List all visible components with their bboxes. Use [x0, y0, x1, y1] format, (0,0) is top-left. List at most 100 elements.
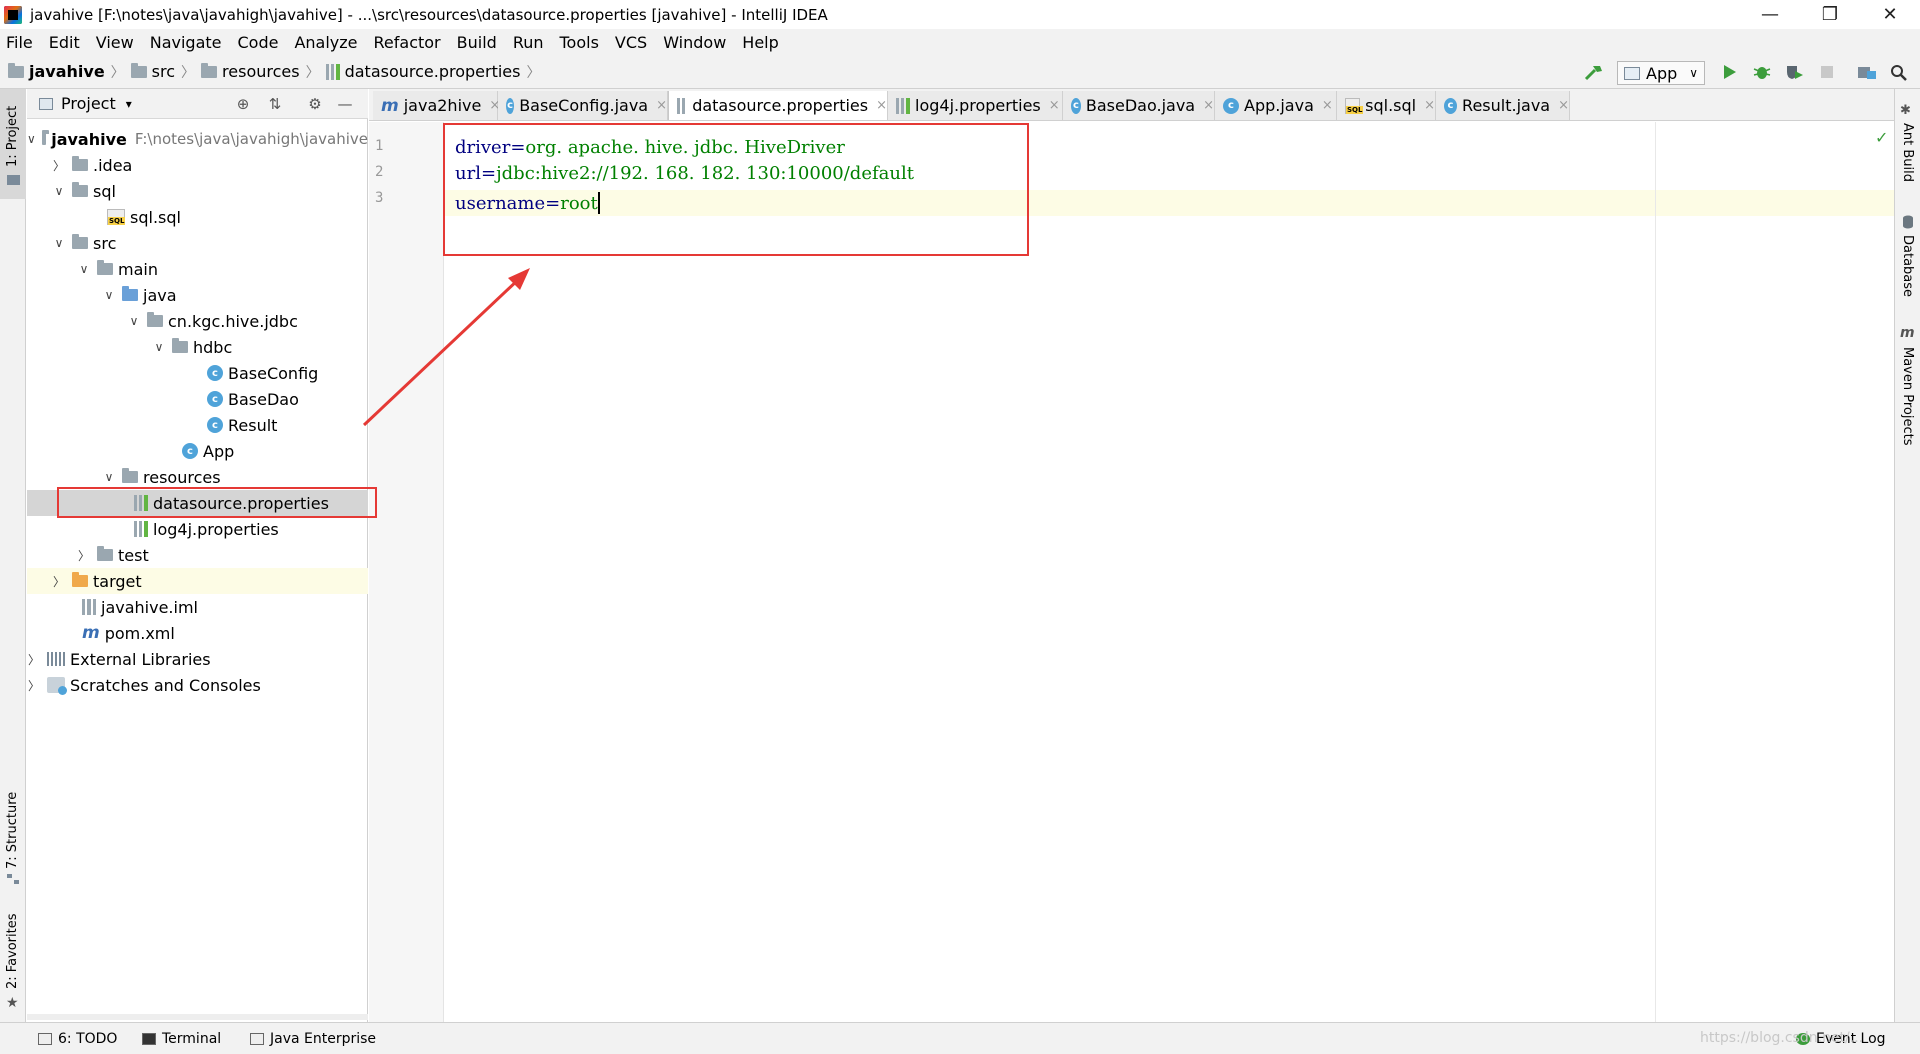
locate-file-icon[interactable]: ⊕ — [235, 96, 251, 112]
menu-code[interactable]: Code — [238, 33, 279, 52]
menu-edit[interactable]: Edit — [49, 33, 80, 52]
horizontal-scrollbar[interactable] — [27, 1014, 368, 1020]
menu-view[interactable]: View — [96, 33, 134, 52]
run-configuration-select[interactable]: App ∨ — [1617, 61, 1705, 85]
chevron-down-icon[interactable]: ∨ — [77, 262, 91, 276]
chevron-down-icon[interactable]: ▾ — [126, 97, 132, 111]
project-view-icon — [39, 97, 53, 110]
tree-node-main[interactable]: ∨ main — [27, 256, 368, 282]
restore-button[interactable]: ❐ — [1800, 0, 1860, 29]
chevron-right-icon[interactable]: 〉 — [27, 651, 41, 668]
tree-node-iml[interactable]: javahive.iml — [27, 594, 368, 620]
terminal-tool-button[interactable]: Terminal — [142, 1031, 221, 1047]
hide-panel-icon[interactable]: — — [337, 96, 353, 112]
chevron-down-icon[interactable]: ∨ — [27, 132, 36, 146]
gear-icon[interactable]: ⚙ — [307, 96, 323, 112]
menu-window[interactable]: Window — [663, 33, 726, 52]
chevron-right-icon[interactable]: 〉 — [52, 573, 66, 590]
chevron-down-icon[interactable]: ∨ — [152, 340, 166, 354]
minimize-button[interactable]: — — [1740, 0, 1800, 29]
tree-node-javahive[interactable]: ∨ javahive F:\notes\java\javahigh\javahi… — [27, 126, 368, 152]
tab-datasource-properties[interactable]: datasource.properties × — [668, 91, 888, 120]
tree-node-pom[interactable]: m pom.xml — [27, 620, 368, 646]
tree-node-log4j-properties[interactable]: log4j.properties — [27, 516, 368, 542]
tab-baseconfig[interactable]: c BaseConfig.java × — [498, 91, 668, 120]
tree-node-target[interactable]: 〉 target — [27, 568, 368, 594]
close-tab-icon[interactable]: × — [1424, 98, 1435, 113]
tree-node-hdbc[interactable]: ∨ hdbc — [27, 334, 368, 360]
chevron-down-icon[interactable]: ∨ — [102, 470, 116, 484]
tab-app[interactable]: c App.java × — [1215, 91, 1337, 120]
close-tab-icon[interactable]: × — [1322, 98, 1333, 113]
ant-build-tool-label[interactable]: Ant Build — [1900, 123, 1915, 182]
tab-java2hive[interactable]: m java2hive × — [373, 91, 500, 120]
editor-tabs: m java2hive × c BaseConfig.java × dataso… — [369, 89, 1894, 121]
todo-tool-button[interactable]: 6: TODO — [38, 1031, 117, 1047]
favorites-tool-label[interactable]: 2: Favorites — [5, 913, 20, 989]
tab-basedao[interactable]: c BaseDao.java × — [1063, 91, 1215, 120]
tab-log4j-properties[interactable]: log4j.properties × — [888, 91, 1063, 120]
close-tab-icon[interactable]: × — [1558, 98, 1569, 113]
tree-node-basedao[interactable]: c BaseDao — [27, 386, 368, 412]
chevron-right-icon[interactable]: 〉 — [77, 547, 91, 564]
menu-help[interactable]: Help — [742, 33, 778, 52]
tree-node-scratches[interactable]: 〉 Scratches and Consoles — [27, 672, 368, 698]
collapse-all-icon[interactable]: ⇅ — [267, 96, 283, 112]
close-tab-icon[interactable]: × — [1049, 98, 1060, 113]
search-icon[interactable] — [1888, 63, 1910, 81]
maven-projects-tool-label[interactable]: Maven Projects — [1900, 347, 1915, 446]
annotation-arrow-icon — [362, 268, 530, 427]
project-structure-icon[interactable] — [1856, 63, 1878, 81]
chevron-down-icon[interactable]: ∨ — [52, 184, 66, 198]
menu-tools[interactable]: Tools — [560, 33, 599, 52]
window-title: javahive [F:\notes\java\javahigh\javahiv… — [30, 5, 828, 24]
database-tool-label[interactable]: Database — [1900, 235, 1915, 297]
tree-node-package[interactable]: ∨ cn.kgc.hive.jdbc — [27, 308, 368, 334]
close-tab-icon[interactable]: × — [876, 98, 887, 113]
tab-result[interactable]: c Result.java × — [1436, 91, 1570, 120]
menu-build[interactable]: Build — [457, 33, 497, 52]
run-with-coverage-icon[interactable] — [1783, 63, 1805, 81]
menu-run[interactable]: Run — [513, 33, 544, 52]
tree-node-test[interactable]: 〉 test — [27, 542, 368, 568]
menu-refactor[interactable]: Refactor — [374, 33, 441, 52]
folder-icon — [130, 62, 147, 78]
tree-node-sql-file[interactable]: sql.sql — [27, 204, 368, 230]
close-tab-icon[interactable]: × — [656, 98, 667, 113]
stop-icon[interactable] — [1816, 63, 1838, 81]
tree-node-app[interactable]: c App — [27, 438, 368, 464]
chevron-right-icon[interactable]: 〉 — [52, 157, 66, 174]
menu-analyze[interactable]: Analyze — [294, 33, 357, 52]
project-view-selector[interactable]: Project — [61, 94, 116, 113]
tree-node-java[interactable]: ∨ java — [27, 282, 368, 308]
tree-node-external-libraries[interactable]: 〉 External Libraries — [27, 646, 368, 672]
build-hammer-icon[interactable] — [1583, 63, 1605, 81]
java-enterprise-tool-button[interactable]: Java Enterprise — [250, 1031, 376, 1047]
tree-node-idea[interactable]: 〉 .idea — [27, 152, 368, 178]
tree-node-src[interactable]: ∨ src — [27, 230, 368, 256]
breadcrumb-item-javahive[interactable]: javahive 〉 — [8, 62, 125, 82]
structure-tool-label[interactable]: 7: Structure — [5, 792, 20, 869]
close-window-button[interactable]: ✕ — [1860, 0, 1920, 29]
close-tab-icon[interactable]: × — [1203, 98, 1214, 113]
chevron-down-icon[interactable]: ∨ — [127, 314, 141, 328]
breadcrumb-item-resources[interactable]: resources 〉 — [201, 62, 320, 82]
run-icon[interactable] — [1718, 63, 1740, 81]
breadcrumb-item-src[interactable]: src 〉 — [130, 62, 195, 82]
menu-file[interactable]: File — [6, 33, 33, 52]
breadcrumb-item-datasource[interactable]: datasource.properties 〉 — [325, 62, 540, 82]
tab-sql[interactable]: sql.sql × — [1337, 91, 1436, 120]
inspection-ok-icon[interactable]: ✓ — [1875, 128, 1888, 147]
menu-vcs[interactable]: VCS — [615, 33, 647, 52]
code-editor[interactable]: 1 2 3 driver = org. apache. hive. jdbc. Hi… — [369, 122, 1894, 1022]
tree-node-baseconfig[interactable]: c BaseConfig — [27, 360, 368, 386]
tree-node-sql[interactable]: ∨ sql — [27, 178, 368, 204]
menu-navigate[interactable]: Navigate — [150, 33, 222, 52]
tree-node-result[interactable]: c Result — [27, 412, 368, 438]
debug-bug-icon[interactable] — [1751, 63, 1773, 81]
chevron-right-icon[interactable]: 〉 — [27, 677, 41, 694]
project-tool-label[interactable]: 1: Project — [5, 106, 20, 167]
chevron-down-icon[interactable]: ∨ — [52, 236, 66, 250]
folder-icon — [7, 175, 20, 185]
chevron-down-icon[interactable]: ∨ — [102, 288, 116, 302]
